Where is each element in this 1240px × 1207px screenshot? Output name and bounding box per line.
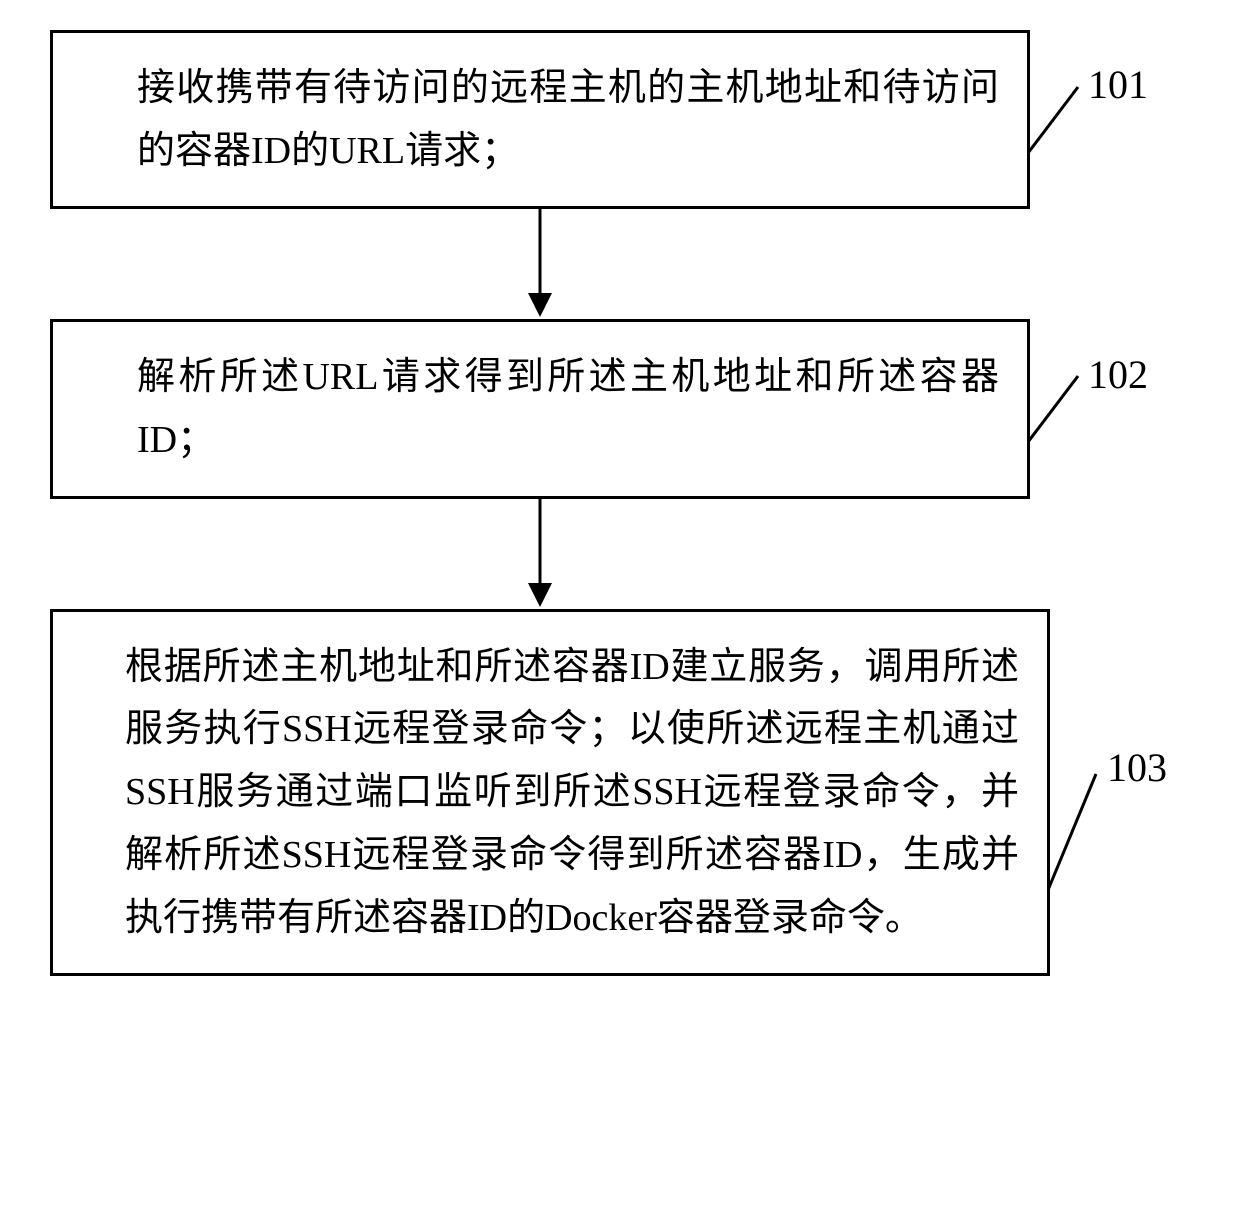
arrow-1 [50, 209, 1030, 319]
flowchart-step-2-text: 解析所述URL请求得到所述主机地址和所述容器ID； [137, 356, 999, 461]
flowchart-step-1-box: 接收携带有待访问的远程主机的主机地址和待访问的容器ID的URL请求； [50, 30, 1030, 209]
flowchart-step-3-text: 根据所述主机地址和所述容器ID建立服务，调用所述服务执行SSH远程登录命令；以使… [125, 646, 1019, 939]
step-1-connector [1028, 85, 1088, 155]
flowchart-step-2-box: 解析所述URL请求得到所述主机地址和所述容器ID； [50, 319, 1030, 498]
flowchart-container: 接收携带有待访问的远程主机的主机地址和待访问的容器ID的URL请求； 101 解… [50, 30, 1190, 976]
flowchart-step-1-text: 接收携带有待访问的远程主机的主机地址和待访问的容器ID的URL请求； [137, 67, 999, 172]
arrow-2 [50, 499, 1030, 609]
flowchart-step-2-row: 解析所述URL请求得到所述主机地址和所述容器ID； 102 [50, 319, 1190, 498]
flowchart-step-3-row: 根据所述主机地址和所述容器ID建立服务，调用所述服务执行SSH远程登录命令；以使… [50, 609, 1190, 976]
step-2-connector [1028, 374, 1088, 444]
flowchart-step-1-row: 接收携带有待访问的远程主机的主机地址和待访问的容器ID的URL请求； 101 [50, 30, 1190, 209]
step-3-connector [1048, 772, 1103, 892]
flowchart-step-3-box: 根据所述主机地址和所述容器ID建立服务，调用所述服务执行SSH远程登录命令；以使… [50, 609, 1050, 976]
